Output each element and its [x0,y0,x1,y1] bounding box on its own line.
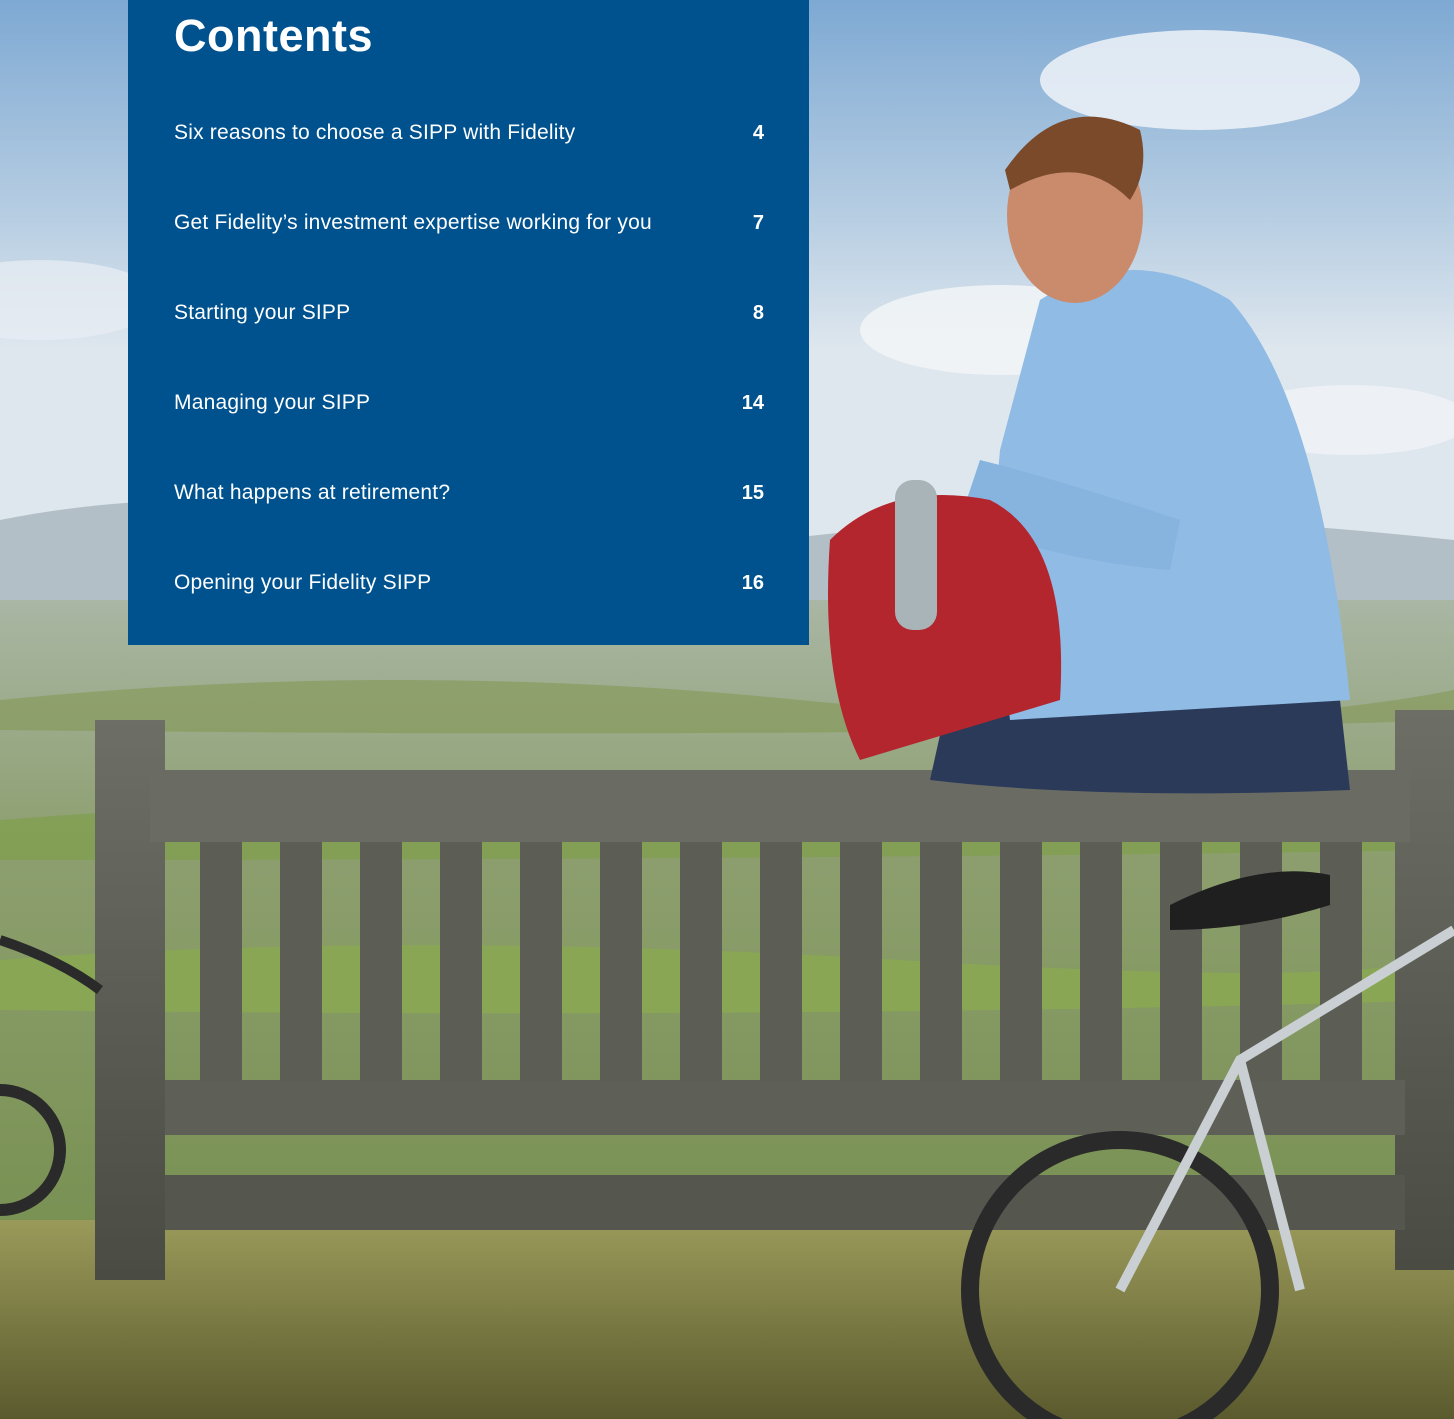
flask [895,480,937,630]
contents-item-label: Starting your SIPP [174,301,351,324]
contents-title: Contents [174,10,373,61]
contents-item[interactable]: Get Fidelity’s investment expertise work… [174,200,764,290]
contents-item[interactable]: Managing your SIPP 14 [174,380,764,470]
contents-panel: Contents Six reasons to choose a SIPP wi… [128,0,809,645]
contents-item-page: 15 [741,482,764,504]
contents-list: Six reasons to choose a SIPP with Fideli… [174,110,764,650]
cloud [1040,30,1360,130]
contents-item-label: What happens at retirement? [174,481,451,504]
contents-item-label: Managing your SIPP [174,391,371,414]
contents-item[interactable]: Starting your SIPP 8 [174,290,764,380]
bench [95,710,1454,1280]
contents-item-page: 8 [752,302,764,324]
contents-item[interactable]: Opening your Fidelity SIPP 16 [174,560,764,650]
contents-item-page: 16 [741,572,764,594]
bench-slats [200,842,1362,1082]
contents-item-label: Opening your Fidelity SIPP [174,571,432,594]
contents-item[interactable]: What happens at retirement? 15 [174,470,764,560]
contents-item-label: Get Fidelity’s investment expertise work… [174,211,652,234]
contents-item-page: 14 [741,392,764,414]
brochure-page: Contents Six reasons to choose a SIPP wi… [0,0,1454,1419]
contents-item[interactable]: Six reasons to choose a SIPP with Fideli… [174,110,764,200]
contents-item-page: 7 [752,212,764,234]
contents-item-label: Six reasons to choose a SIPP with Fideli… [174,121,576,144]
contents-item-page: 4 [752,122,764,144]
